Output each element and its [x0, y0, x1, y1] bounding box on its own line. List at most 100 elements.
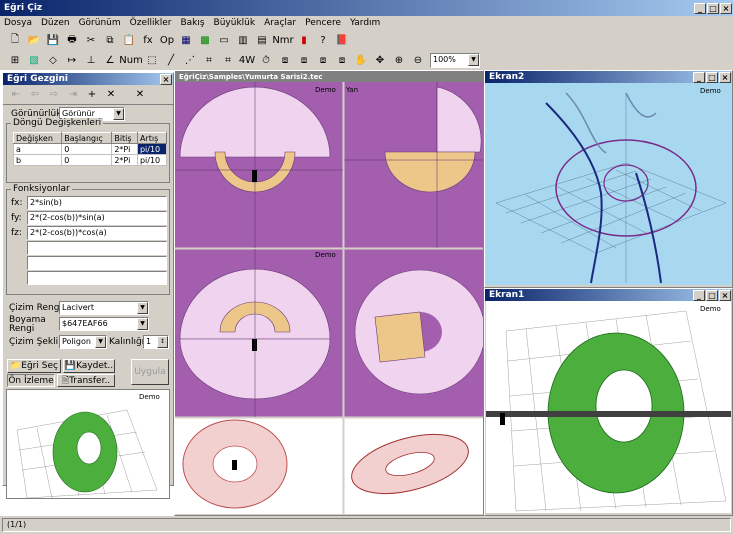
loop-header-1[interactable]: Başlangıç	[61, 132, 113, 144]
table-cell[interactable]: pi/10	[136, 143, 168, 155]
draw-shape-select[interactable]: Poligon ▼	[59, 335, 107, 349]
axis-icon[interactable]: ↦	[63, 51, 81, 69]
fx-button[interactable]: fx	[139, 31, 157, 49]
menu-item-2[interactable]: Görünüm	[79, 18, 121, 28]
chevron-down-icon[interactable]: ▼	[95, 336, 106, 348]
add-icon[interactable]: +	[83, 86, 101, 104]
maximize-icon[interactable]: □	[706, 289, 718, 301]
menu-item-4[interactable]: Bakış	[180, 18, 204, 28]
table-cell[interactable]: 2*Pi	[111, 154, 138, 166]
table-cell[interactable]: 0	[61, 154, 113, 166]
xy-icon[interactable]: ∠	[101, 51, 119, 69]
select-curve-button[interactable]: 📁 Eğri Seç	[7, 359, 61, 373]
new-icon[interactable]: 🗋	[6, 31, 24, 49]
move-icon[interactable]: ✥	[371, 51, 389, 69]
table-cell[interactable]: a	[12, 143, 63, 155]
menu-item-3[interactable]: Özellikler	[130, 18, 172, 28]
book-icon[interactable]: 📕	[333, 31, 351, 49]
table-row[interactable]: a 0 2*Pi pi/10	[12, 143, 168, 155]
chevron-down-icon[interactable]: ▼	[137, 318, 148, 330]
extra-field-3[interactable]	[27, 271, 167, 285]
plane-icon[interactable]: ◇	[44, 51, 62, 69]
num-button[interactable]: Num	[119, 51, 143, 69]
extra-field-1[interactable]	[27, 241, 167, 255]
layer1-icon[interactable]: ⧈	[276, 51, 294, 69]
fy-field[interactable]: 2*(2-cos(b))*sin(a)	[27, 211, 167, 225]
first-icon[interactable]: ⇤	[7, 86, 25, 104]
close-icon[interactable]: ×	[160, 73, 172, 85]
fz-field[interactable]: 2*(2-cos(b))*cos(a)	[27, 226, 167, 240]
table-row[interactable]: b 0 2*Pi pi/10	[12, 154, 168, 166]
table-cell[interactable]: 2*Pi	[111, 143, 138, 155]
maximize-icon[interactable]: □	[707, 2, 719, 14]
menu-item-0[interactable]: Dosya	[4, 18, 32, 28]
layer3-icon[interactable]: ⧈	[314, 51, 332, 69]
grid-green-icon[interactable]: ▩	[196, 31, 214, 49]
table-icon[interactable]: ▦	[177, 31, 195, 49]
w4-button[interactable]: 4W	[238, 51, 256, 69]
grid-icon[interactable]: ⊞	[6, 51, 24, 69]
save-button[interactable]: 💾 Kaydet..	[63, 359, 115, 373]
print-icon[interactable]: 🖶	[63, 31, 81, 49]
last-icon[interactable]: ⇥	[64, 86, 82, 104]
copy-icon[interactable]: ⧉	[101, 31, 119, 49]
window-icon[interactable]: ▭	[215, 31, 233, 49]
mesh-icon[interactable]: ⌗	[200, 51, 218, 69]
stepper-icon[interactable]: ↕	[157, 336, 168, 348]
tile2-icon[interactable]: ▤	[253, 31, 271, 49]
save-icon[interactable]: 💾	[44, 31, 62, 49]
op-button[interactable]: Op	[158, 31, 176, 49]
extra-field-2[interactable]	[27, 256, 167, 270]
open-icon[interactable]: 📂	[25, 31, 43, 49]
help-icon[interactable]: ?	[314, 31, 332, 49]
chevron-down-icon[interactable]: ▼	[468, 53, 479, 66]
thickness-stepper[interactable]: 1 ↕	[143, 335, 169, 349]
next-icon[interactable]: ⇨	[45, 86, 63, 104]
fx-field[interactable]: 2*sin(b)	[27, 196, 167, 210]
table-cell[interactable]: 0	[61, 143, 113, 155]
loop-header-3[interactable]: Artış	[136, 132, 168, 144]
minimize-icon[interactable]: _	[693, 289, 705, 301]
chevron-down-icon[interactable]: ▼	[137, 302, 148, 314]
minimize-icon[interactable]: _	[694, 2, 706, 14]
tile-icon[interactable]: ▥	[234, 31, 252, 49]
close-icon[interactable]: ×	[719, 289, 731, 301]
menu-item-6[interactable]: Araçlar	[264, 18, 296, 28]
loop-header-2[interactable]: Bitiş	[111, 132, 138, 144]
chevron-down-icon[interactable]: ▼	[113, 108, 124, 120]
line-icon[interactable]: ╱	[162, 51, 180, 69]
layer2-icon[interactable]: ⧈	[295, 51, 313, 69]
menu-item-8[interactable]: Yardım	[350, 18, 380, 28]
chart-icon[interactable]: ▮	[295, 31, 313, 49]
surface-icon[interactable]: ▧	[25, 51, 43, 69]
dash-icon[interactable]: ⋰	[181, 51, 199, 69]
hand-icon[interactable]: ✋	[352, 51, 370, 69]
minimize-icon[interactable]: _	[693, 71, 705, 83]
table-cell[interactable]: pi/10	[136, 154, 168, 166]
menu-item-7[interactable]: Pencere	[305, 18, 341, 28]
draw-color-select[interactable]: Lacivert ▼	[59, 301, 149, 315]
cut-icon[interactable]: ✂	[82, 31, 100, 49]
maximize-icon[interactable]: □	[706, 71, 718, 83]
zoom-out-icon[interactable]: ⊖	[409, 51, 427, 69]
timer-icon[interactable]: ⏱	[257, 51, 275, 69]
cancel-icon[interactable]: ✕	[131, 86, 149, 104]
close-icon[interactable]: ×	[719, 71, 731, 83]
menu-item-5[interactable]: Büyüklük	[214, 18, 256, 28]
mesh2-icon[interactable]: ⌗	[219, 51, 237, 69]
menu-item-1[interactable]: Düzen	[41, 18, 70, 28]
preview-tab[interactable]: Ön İzleme	[7, 374, 55, 387]
zoom-select[interactable]: 100% ▼	[430, 52, 480, 68]
zoom-in-icon[interactable]: ⊕	[390, 51, 408, 69]
layer4-icon[interactable]: ⧈	[333, 51, 351, 69]
table-cell[interactable]: b	[12, 154, 63, 166]
prev-icon[interactable]: ⇦	[26, 86, 44, 104]
paint-color-select[interactable]: $647EAF66 ▼	[59, 317, 149, 331]
delete-icon[interactable]: ✕	[102, 86, 120, 104]
vertical-icon[interactable]: ⊥	[82, 51, 100, 69]
loop-header-0[interactable]: Değişken	[12, 132, 63, 144]
nmr-button[interactable]: Nmr	[272, 31, 294, 49]
apply-button[interactable]: Uygula	[131, 359, 169, 385]
close-icon[interactable]: ×	[720, 2, 732, 14]
transfer-button[interactable]: 🗎 Transfer..	[57, 374, 115, 387]
